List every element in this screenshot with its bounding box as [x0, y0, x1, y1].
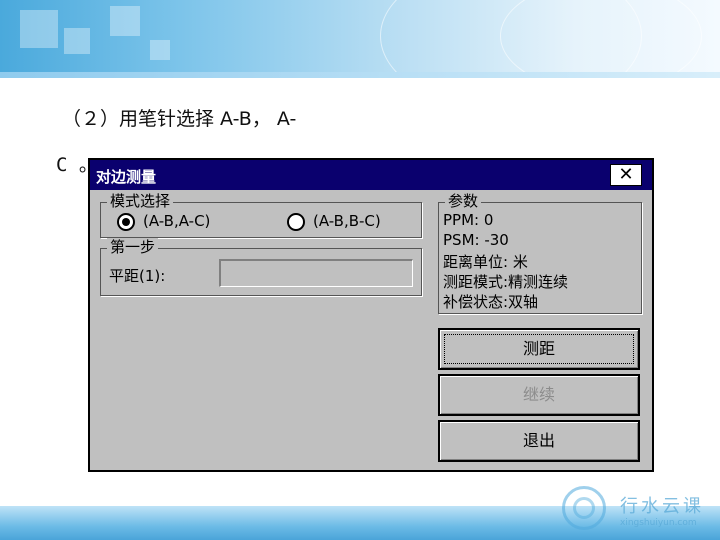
mode-select-group: 模式选择 (A-B,A-C) (A-B,B-C)	[100, 192, 422, 238]
mode-select-label: 模式选择	[107, 192, 174, 210]
param-compensation-state: 补偿状态:双轴	[443, 293, 539, 311]
horizontal-distance-field	[219, 259, 413, 287]
first-step-label: 第一步	[107, 238, 159, 256]
close-icon: ✕	[618, 164, 634, 185]
instruction-line-1: （２）用笔针选择 A-B， A-	[62, 108, 297, 130]
continue-button[interactable]: 继续	[438, 374, 640, 416]
exit-button-label: 退出	[522, 431, 555, 450]
opposite-side-measurement-dialog: 对边测量 ✕ 模式选择 (A-B,A-C) (A-B,B-C) 第一步 平距(1…	[88, 158, 654, 472]
focus-ring	[444, 334, 634, 364]
banner-decoration	[500, 0, 702, 78]
param-ranging-mode: 测距模式:精测连续	[443, 273, 569, 291]
horizontal-distance-label: 平距(1):	[109, 267, 166, 285]
param-psm: PSM: -30	[443, 231, 509, 249]
banner-edge	[0, 72, 720, 78]
banner-decoration	[110, 6, 140, 36]
radio-ab-bc-label[interactable]: (A-B,B-C)	[313, 212, 381, 230]
dialog-titlebar[interactable]: 对边测量 ✕	[90, 160, 652, 190]
radio-ab-bc[interactable]	[287, 213, 305, 231]
first-step-group: 第一步 平距(1):	[100, 238, 422, 296]
exit-button[interactable]: 退出	[438, 420, 640, 462]
logo-url: xingshuiyun.com	[620, 518, 697, 528]
param-ppm: PPM: 0	[443, 211, 494, 229]
measure-distance-button[interactable]: 测距	[438, 328, 640, 370]
banner-decoration	[64, 28, 90, 54]
param-distance-unit: 距离单位: 米	[443, 253, 528, 271]
slide-header-banner	[0, 0, 720, 78]
parameters-label: 参数	[445, 192, 482, 210]
close-button[interactable]: ✕	[610, 164, 642, 186]
banner-decoration	[150, 40, 170, 60]
logo-icon	[562, 486, 606, 530]
radio-ab-ac-label[interactable]: (A-B,A-C)	[143, 212, 210, 230]
logo-name: 行水云课	[620, 496, 704, 517]
continue-button-label: 继续	[522, 385, 555, 404]
dialog-title: 对边测量	[96, 168, 157, 186]
radio-ab-ac[interactable]	[117, 213, 135, 231]
banner-decoration	[20, 10, 58, 48]
parameters-group: 参数 PPM: 0 PSM: -30 距离单位: 米 测距模式:精测连续 补偿状…	[438, 192, 642, 314]
watermark-logo: 行水云课 xingshuiyun.com	[562, 486, 712, 536]
